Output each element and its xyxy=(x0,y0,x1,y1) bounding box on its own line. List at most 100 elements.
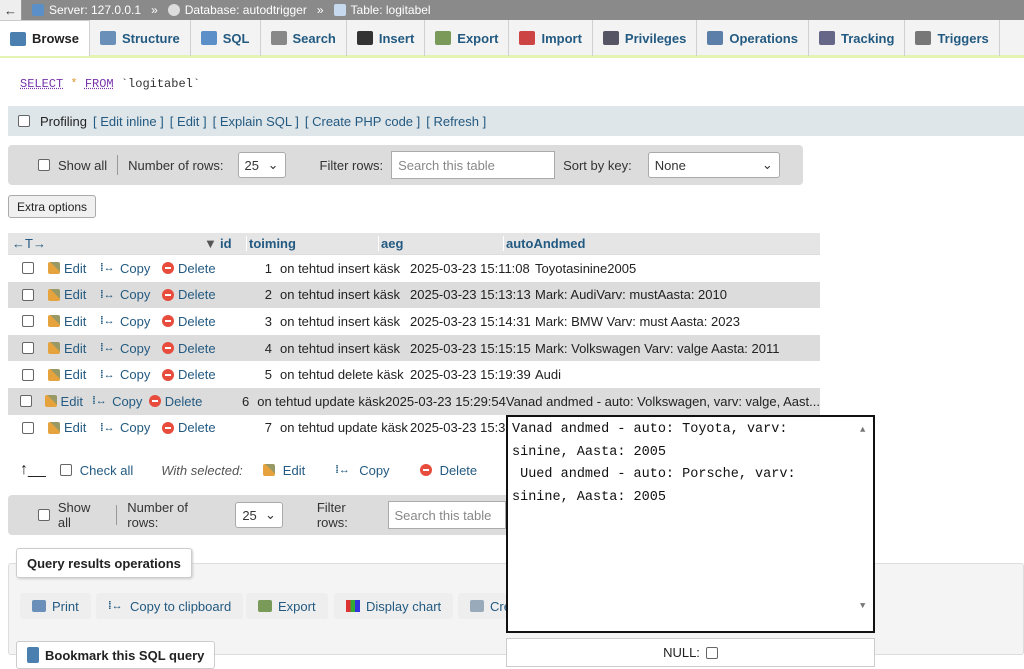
cell-id: 4 xyxy=(264,340,272,356)
edit-link[interactable]: [ Edit ] xyxy=(170,114,207,129)
row-edit-action[interactable]: Edit xyxy=(48,314,100,329)
tab-triggers[interactable]: Triggers xyxy=(905,20,1000,56)
tab-search[interactable]: Search xyxy=(261,20,347,56)
sort-by-key-select[interactable]: None ⌄ xyxy=(647,152,780,178)
row-checkbox[interactable] xyxy=(22,342,34,355)
tab-tracking[interactable]: Tracking xyxy=(809,20,906,56)
row-checkbox[interactable] xyxy=(22,368,34,381)
cell-id: 6 xyxy=(241,393,250,409)
row-delete-action[interactable]: Delete xyxy=(162,261,242,276)
row-copy-action[interactable]: ⁞↔ Copy xyxy=(92,394,149,409)
rows-label: Number of rows: xyxy=(127,500,188,530)
column-header-aeg[interactable]: aeg xyxy=(378,236,503,251)
back-arrow-icon[interactable]: ← xyxy=(0,0,22,20)
column-header-id[interactable]: id xyxy=(216,236,246,251)
null-checkbox[interactable] xyxy=(705,646,718,659)
filter-rows-input[interactable]: Search this table xyxy=(391,151,556,179)
with-selected-copy[interactable]: Copy xyxy=(359,463,389,478)
row-checkbox[interactable] xyxy=(22,288,34,301)
row-edit-action[interactable]: Edit xyxy=(44,394,93,409)
column-header-autoandmed[interactable]: autoAndmed xyxy=(503,236,820,251)
cell-autoandmed[interactable]: Audi xyxy=(535,367,820,382)
cell-autoandmed[interactable]: Toyotasinine2005 xyxy=(535,261,820,276)
row-checkbox[interactable] xyxy=(20,395,33,408)
copy-icon: ⁞↔ xyxy=(100,262,115,275)
breadcrumb-table[interactable]: Table: logitabel xyxy=(333,3,431,17)
row-edit-action[interactable]: Edit xyxy=(48,367,100,382)
row-edit-action[interactable]: Edit xyxy=(48,420,100,435)
refresh-link[interactable]: [ Refresh ] xyxy=(426,114,486,129)
cell-autoandmed[interactable]: Mark: BMW Varv: must Aasta: 2023 xyxy=(535,314,820,329)
edit-icon xyxy=(48,315,60,328)
with-selected-delete[interactable]: Delete xyxy=(440,463,478,478)
check-all-label[interactable]: Check all xyxy=(80,463,133,478)
breadcrumb-server[interactable]: Server: 127.0.0.1 xyxy=(32,3,141,17)
copy-to-clipboard-button[interactable]: ⁞↔ Copy to clipboard xyxy=(96,593,244,619)
row-checkbox[interactable] xyxy=(22,315,34,328)
row-copy-action[interactable]: ⁞↔ Copy xyxy=(100,367,162,382)
table-row: Edit ⁞↔ Copy Delete 5 on tehtud delete käsk 20… xyxy=(8,361,820,388)
show-all-checkbox[interactable] xyxy=(38,159,50,171)
row-delete-action[interactable]: Delete xyxy=(162,367,242,382)
cell-autoandmed[interactable]: Mark: Volkswagen Varv: valge Aasta: 2011 xyxy=(535,341,820,356)
row-copy-action[interactable]: ⁞↔ Copy xyxy=(100,261,162,276)
print-button[interactable]: Print xyxy=(20,593,91,619)
cell-id: 5 xyxy=(264,367,272,383)
tab-sql[interactable]: SQL xyxy=(191,20,261,56)
textarea-scrollbar[interactable]: ▲ ▼ xyxy=(857,417,873,631)
row-delete-action[interactable]: Delete xyxy=(162,314,242,329)
rows-select[interactable]: 25 ⌄ xyxy=(235,502,283,528)
row-copy-action[interactable]: ⁞↔ Copy xyxy=(100,341,162,356)
with-selected-edit[interactable]: Edit xyxy=(283,463,305,478)
export-button[interactable]: Export xyxy=(246,593,328,619)
sort-dropdown-icon[interactable]: ▼ xyxy=(204,236,217,251)
row-edit-action[interactable]: Edit xyxy=(48,261,100,276)
cell-edit-textarea[interactable]: Vanad andmed - auto: Toyota, varv: sinin… xyxy=(506,415,875,633)
rows-select[interactable]: 25 ⌄ xyxy=(237,152,286,178)
breadcrumb-database[interactable]: Database: autodtrigger xyxy=(167,3,307,17)
edit-inline-link[interactable]: [ Edit inline ] xyxy=(93,114,164,129)
tab-browse[interactable]: Browse xyxy=(0,20,90,56)
row-edit-action[interactable]: Edit xyxy=(48,341,100,356)
tab-structure[interactable]: Structure xyxy=(90,20,191,56)
row-copy-action[interactable]: ⁞↔ Copy xyxy=(100,420,162,435)
explain-sql-link[interactable]: [ Explain SQL ] xyxy=(213,114,299,129)
row-copy-action[interactable]: ⁞↔ Copy xyxy=(100,314,162,329)
create-view-icon xyxy=(470,600,484,612)
row-delete-action[interactable]: Delete xyxy=(162,420,242,435)
cell-autoandmed[interactable]: Mark: AudiVarv: mustAasta: 2010 xyxy=(535,287,820,302)
row-edit-action[interactable]: Edit xyxy=(48,287,100,302)
check-all-checkbox[interactable] xyxy=(59,464,72,476)
row-checkbox[interactable] xyxy=(22,262,34,275)
bookmark-sql-query-button[interactable]: Bookmark this SQL query xyxy=(16,641,216,669)
row-copy-action[interactable]: ⁞↔ Copy xyxy=(100,287,162,302)
show-all-checkbox[interactable] xyxy=(38,509,50,521)
sql-table-name: `logitabel` xyxy=(120,77,201,91)
tab-insert[interactable]: Insert xyxy=(347,20,426,56)
tab-privileges[interactable]: Privileges xyxy=(593,20,698,56)
extra-options-button[interactable]: Extra options xyxy=(8,195,97,218)
insert-icon xyxy=(356,31,373,45)
filter-rows-label: Filter rows: xyxy=(316,500,348,530)
scroll-up-icon[interactable]: ▲ xyxy=(860,419,865,442)
row-delete-action[interactable]: Delete xyxy=(162,341,242,356)
display-chart-button[interactable]: Display chart xyxy=(334,593,454,619)
row-delete-action[interactable]: Delete xyxy=(162,287,242,302)
tab-export[interactable]: Export xyxy=(425,20,510,56)
filter-rows-input[interactable]: Search this table xyxy=(387,501,506,529)
breadcrumb-separator: » xyxy=(316,3,324,17)
cell-autoandmed[interactable]: Vanad andmed - auto: Volkswagen, varv: v… xyxy=(506,394,820,409)
column-arrows-icon[interactable]: ←T→ xyxy=(8,236,204,251)
search-icon xyxy=(270,31,287,45)
scroll-down-icon[interactable]: ▼ xyxy=(860,595,865,618)
row-checkbox[interactable] xyxy=(22,421,34,434)
create-php-code-link[interactable]: [ Create PHP code ] xyxy=(305,114,420,129)
row-delete-action[interactable]: Delete xyxy=(148,394,222,409)
column-header-toiming[interactable]: toiming xyxy=(246,236,378,251)
profiling-checkbox[interactable] xyxy=(18,115,30,127)
main-tabs: Browse Structure SQL Search Insert Export Impo… xyxy=(0,20,1024,58)
tab-operations[interactable]: Operations xyxy=(697,20,809,56)
tab-import[interactable]: Import xyxy=(509,20,593,56)
arrow-up-icon: ↑__ xyxy=(20,461,46,478)
copy-icon: ⁞↔ xyxy=(100,368,115,381)
